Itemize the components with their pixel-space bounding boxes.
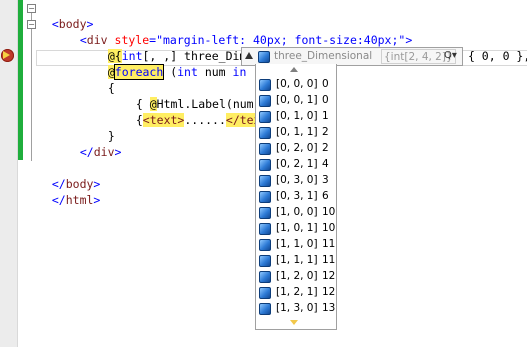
scroll-up-arrow-icon[interactable] xyxy=(290,67,298,72)
field-cube-icon xyxy=(259,159,271,171)
element-index: [0, 1, 1] xyxy=(276,126,318,138)
element-value[interactable]: 11 xyxy=(322,253,335,267)
code-line-9[interactable]: </div> xyxy=(66,128,122,159)
code-line-4[interactable]: @foreach (int num in xyxy=(94,48,246,80)
element-index: [1, 0, 0] xyxy=(276,206,318,218)
datatip-row[interactable]: [1, 2, 1] 12 xyxy=(256,284,335,300)
field-cube-icon xyxy=(259,239,271,251)
datatip-row[interactable]: [0, 0, 1] 0 xyxy=(256,92,334,108)
datatip-row[interactable]: [0, 2, 1] 4 xyxy=(256,156,334,172)
element-index: [1, 3, 0] xyxy=(276,302,318,314)
field-cube-icon xyxy=(259,191,271,203)
tag-div-close: div xyxy=(93,145,115,159)
collapse-body-icon[interactable]: − xyxy=(27,4,36,13)
code-line-1[interactable]: <body> xyxy=(38,0,94,31)
code-line-2[interactable]: <div style="margin-left: 40px; font-size… xyxy=(66,16,412,47)
datatip-variable-name: three_Dimensional xyxy=(274,50,373,62)
code-text: ( xyxy=(163,65,178,79)
element-value[interactable]: 2 xyxy=(322,125,329,139)
field-cube-icon xyxy=(259,287,271,299)
field-cube-icon xyxy=(259,207,271,219)
element-index: [1, 2, 0] xyxy=(276,270,318,282)
field-cube-icon xyxy=(259,175,271,187)
datatip-row[interactable]: [1, 1, 1] 11 xyxy=(256,252,335,268)
element-value[interactable]: 11 xyxy=(322,237,335,251)
change-tracking-bar xyxy=(18,0,23,160)
field-cube-icon xyxy=(259,271,271,283)
datatip-row[interactable]: [0, 3, 1] 6 xyxy=(256,188,334,204)
visualizer-magnifier-icon[interactable]: Q▾ xyxy=(444,50,457,61)
element-value[interactable]: 2 xyxy=(322,141,329,155)
code-line-6[interactable]: { @Html.Label(num.T xyxy=(122,80,267,111)
current-statement-arrow-icon xyxy=(3,51,10,59)
code-text: num xyxy=(197,65,233,79)
datatip-row[interactable]: [1, 0, 1] 10 xyxy=(256,220,335,236)
element-value[interactable]: 10 xyxy=(322,221,335,235)
scroll-down-arrow-icon[interactable] xyxy=(290,320,298,325)
outline-guide xyxy=(31,29,32,137)
keyword-foreach: foreach xyxy=(114,65,164,79)
field-cube-icon xyxy=(259,127,271,139)
keyword-in: in xyxy=(232,65,247,79)
element-value[interactable]: 13 xyxy=(322,301,335,315)
field-cube-icon xyxy=(258,51,270,63)
element-index: [0, 2, 0] xyxy=(276,142,318,154)
datatip-row[interactable]: [1, 2, 0] 12 xyxy=(256,268,335,284)
datatip-row[interactable]: [1, 3, 0] 13 xyxy=(256,300,335,316)
brace-open: { xyxy=(135,113,143,127)
collapse-div-icon[interactable]: − xyxy=(27,20,36,29)
element-index: [1, 2, 1] xyxy=(276,286,318,298)
code-text: ...... xyxy=(184,113,226,127)
element-value[interactable]: 1 xyxy=(322,109,329,123)
field-cube-icon xyxy=(259,95,271,107)
datatip-row[interactable]: [0, 1, 1] 2 xyxy=(256,124,334,140)
element-value[interactable]: 12 xyxy=(322,285,335,299)
element-index: [1, 1, 1] xyxy=(276,254,318,266)
tag-html-close: html xyxy=(65,193,94,207)
code-line-11[interactable]: </body> xyxy=(38,160,101,191)
code-line-7[interactable]: {<text>......</text xyxy=(122,96,268,127)
element-index: [0, 1, 0] xyxy=(276,110,318,122)
element-index: [1, 1, 0] xyxy=(276,238,318,250)
datatip-row[interactable]: [1, 0, 0] 10 xyxy=(256,204,335,220)
element-value[interactable]: 0 xyxy=(322,93,329,107)
element-value[interactable]: 0 xyxy=(322,77,329,91)
code-line-3[interactable]: @{int[, ,] three_Dimensional = new int[2… xyxy=(94,32,527,63)
field-cube-icon xyxy=(259,255,271,267)
field-cube-icon xyxy=(259,79,271,91)
element-index: [1, 0, 1] xyxy=(276,222,318,234)
code-line-12[interactable]: </html> xyxy=(38,176,101,207)
element-index: [0, 0, 0] xyxy=(276,78,318,90)
element-index: [0, 2, 1] xyxy=(276,158,318,170)
brace-open: { xyxy=(107,81,115,95)
field-cube-icon xyxy=(259,223,271,235)
tag-text-open: <text> xyxy=(142,113,185,127)
element-value[interactable]: 12 xyxy=(322,269,335,283)
datatip-row[interactable]: [0, 2, 0] 2 xyxy=(256,140,334,156)
collapse-arrow-icon[interactable] xyxy=(245,52,253,59)
field-cube-icon xyxy=(259,303,271,315)
element-value[interactable]: 3 xyxy=(322,173,329,187)
element-index: [0, 0, 1] xyxy=(276,94,318,106)
code-line-8[interactable]: } xyxy=(94,112,115,143)
element-index: [0, 3, 0] xyxy=(276,174,318,186)
datatip-row[interactable]: [1, 1, 0] 11 xyxy=(256,236,335,252)
datatip-row[interactable]: [0, 0, 0] 0 xyxy=(256,76,334,92)
datatip-row[interactable]: [0, 3, 0] 3 xyxy=(256,172,334,188)
code-line-5[interactable]: { xyxy=(94,64,115,95)
datatip-row[interactable]: [0, 1, 0] 1 xyxy=(256,108,334,124)
keyword-int: int xyxy=(177,65,198,79)
field-cube-icon xyxy=(259,111,271,123)
element-value[interactable]: 10 xyxy=(322,205,335,219)
element-value[interactable]: 4 xyxy=(322,157,329,171)
field-cube-icon xyxy=(259,143,271,155)
element-value[interactable]: 6 xyxy=(322,189,329,203)
element-index: [0, 3, 1] xyxy=(276,190,318,202)
